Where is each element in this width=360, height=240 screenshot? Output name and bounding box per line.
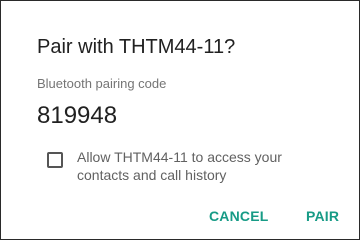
dialog-title: Pair with THTM44-11? (37, 36, 236, 58)
pairing-dialog: Pair with THTM44-11? Bluetooth pairing c… (0, 0, 360, 240)
allow-contacts-checkbox[interactable] (47, 152, 63, 168)
pairing-code: 819948 (37, 102, 118, 129)
pairing-code-label: Bluetooth pairing code (37, 76, 167, 91)
allow-contacts-label[interactable]: Allow THTM44-11 to access your contacts … (77, 148, 337, 184)
allow-contacts-label-line1: Allow THTM44-11 to access your (77, 149, 282, 165)
pair-button[interactable]: PAIR (306, 207, 339, 225)
cancel-button[interactable]: CANCEL (209, 207, 269, 225)
allow-contacts-label-line2: contacts and call history (77, 167, 227, 183)
